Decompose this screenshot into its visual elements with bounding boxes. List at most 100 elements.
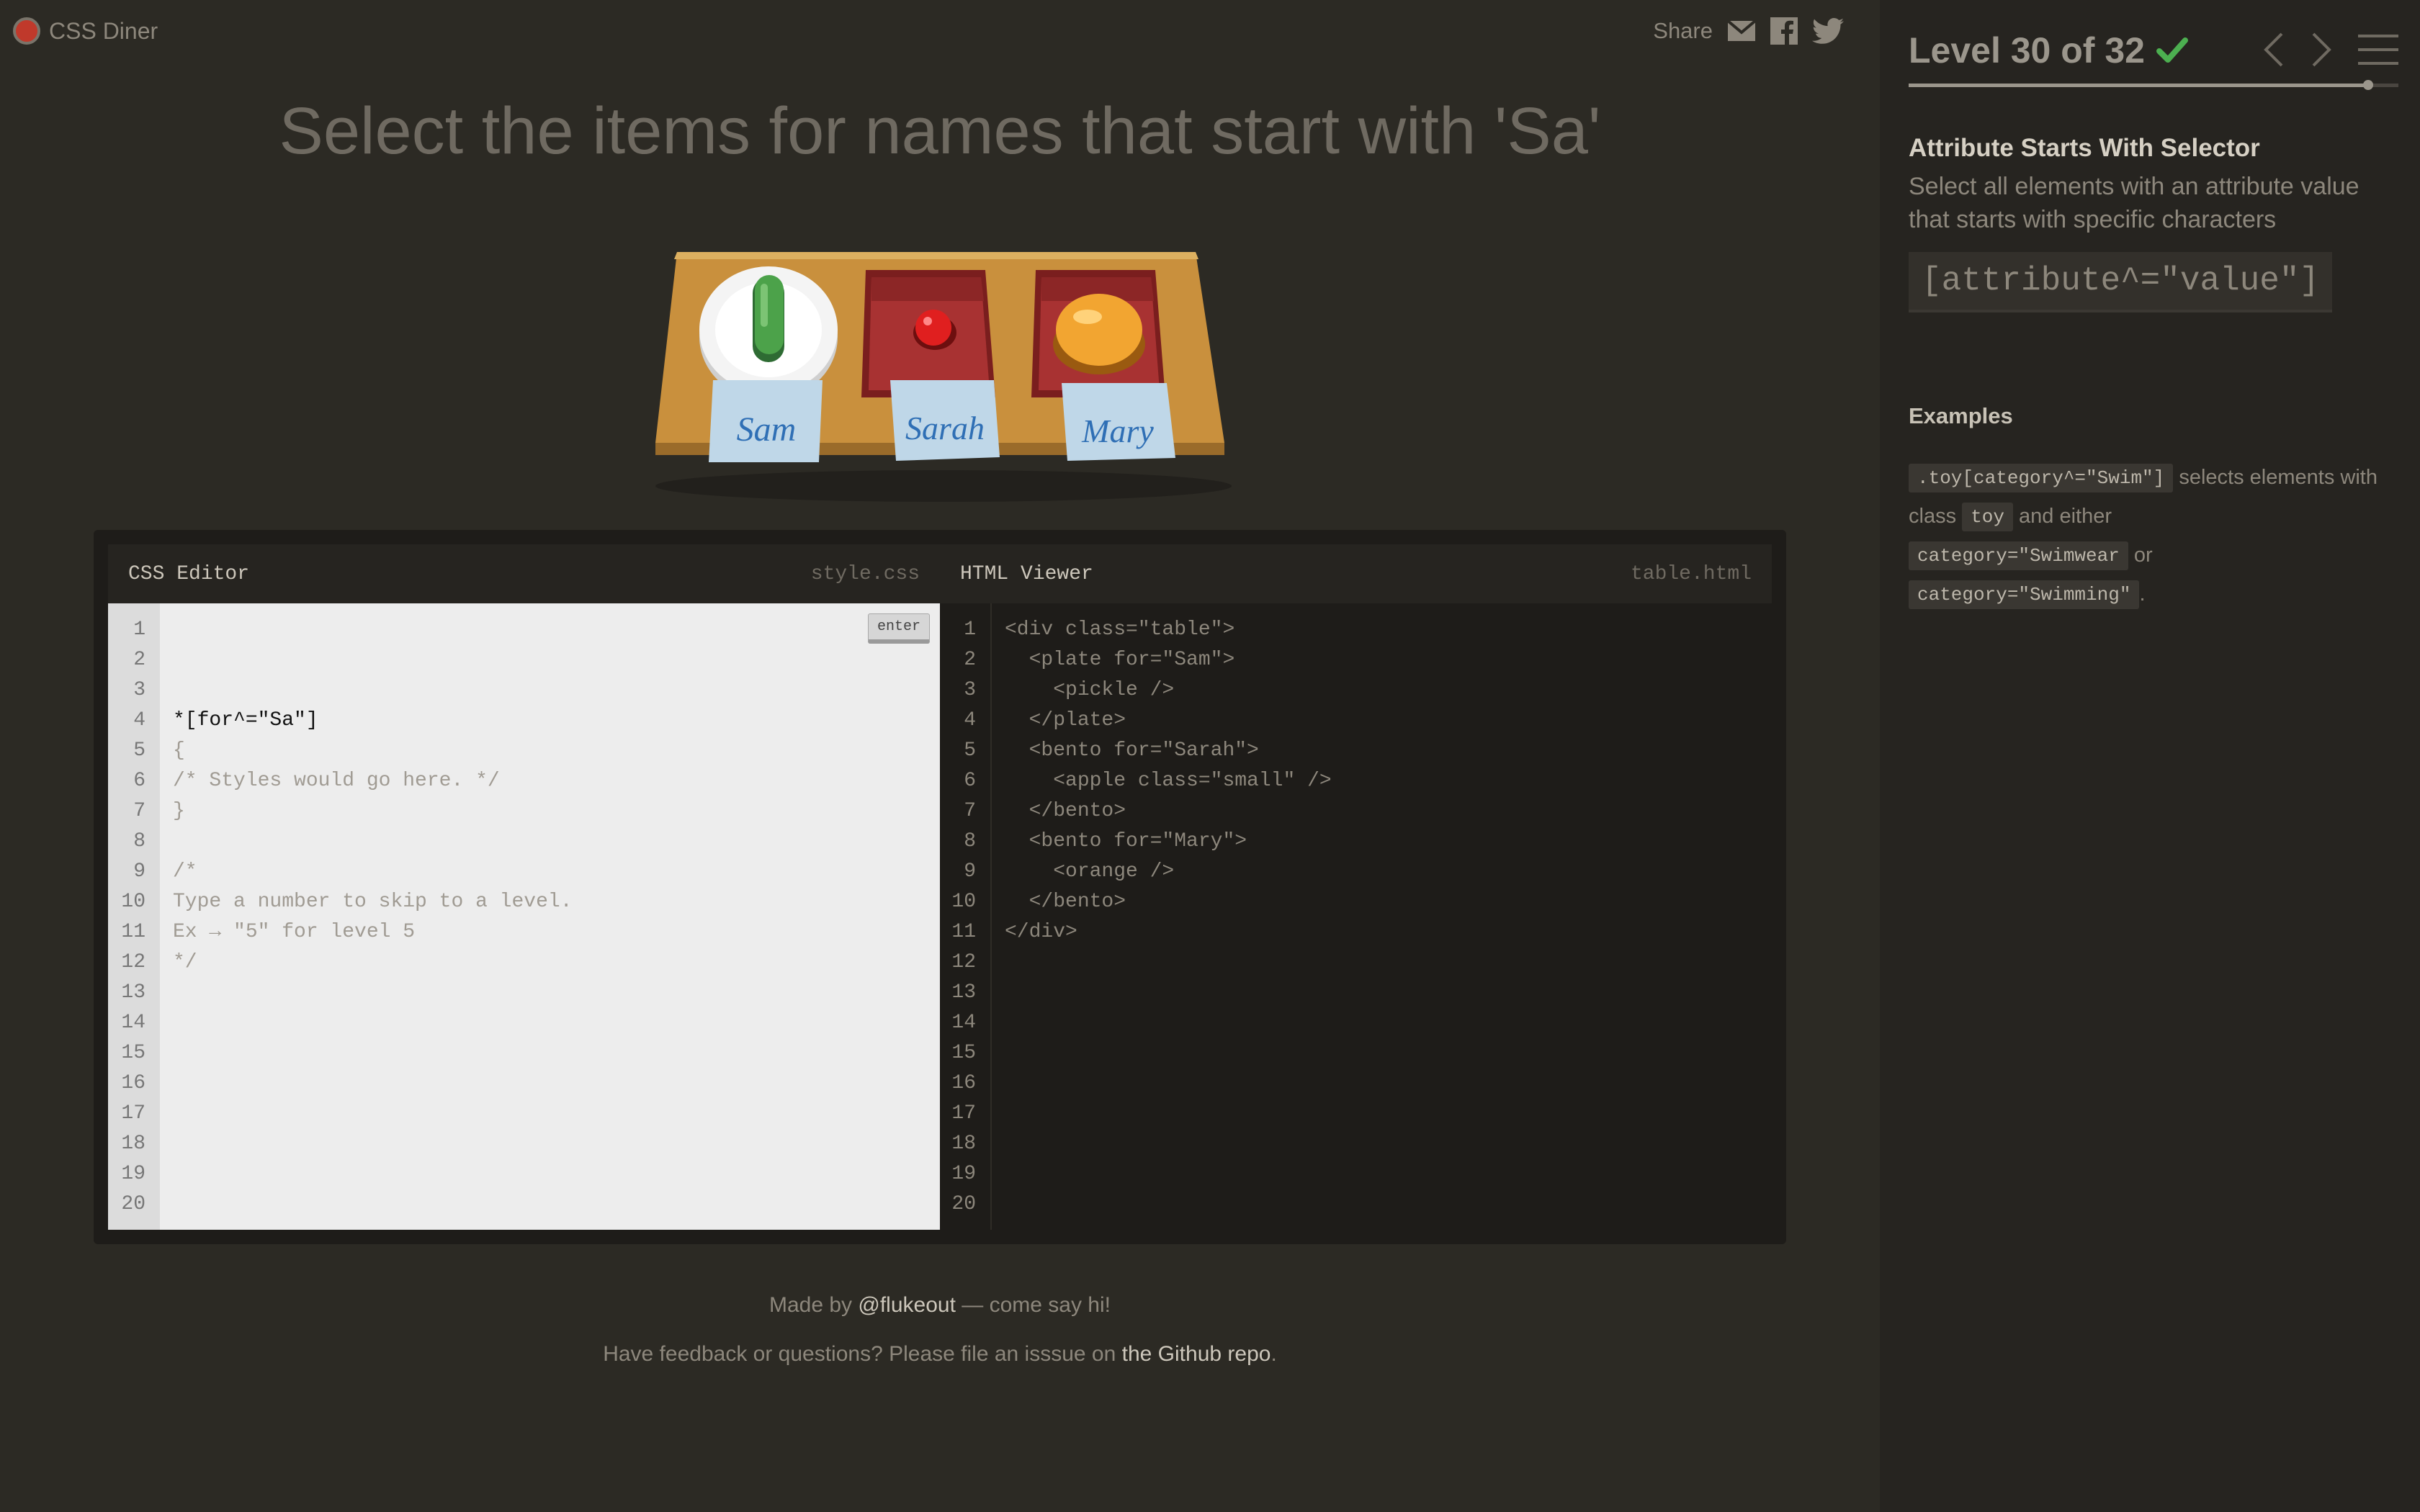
css-code-line — [173, 1189, 940, 1220]
checkmark-icon — [2156, 37, 2188, 63]
examples-title: Examples — [1909, 403, 2013, 428]
example-code-swimming: category="Swimming" — [1909, 580, 2140, 610]
enter-button[interactable]: enter — [868, 613, 930, 644]
css-code-line: /* — [173, 860, 197, 883]
bento-mary[interactable] — [1031, 270, 1165, 397]
editor: CSS Editor style.css 1 2 3 4 5 6 7 8 9 10 11 12 13 14… — [94, 530, 1786, 1244]
line-number: 5 — [964, 739, 976, 762]
line-number: 4 — [133, 709, 145, 732]
css-code-line — [173, 978, 940, 1008]
html-code-line: <div class="table"> — [1005, 618, 1235, 641]
line-number: 10 — [121, 891, 145, 913]
line-number: 16 — [121, 1072, 145, 1094]
css-selector-input[interactable]: *[for^="Sa"] — [173, 706, 940, 736]
example-code-swimwear: category="Swimwear — [1909, 541, 2128, 571]
line-number: 7 — [133, 800, 145, 822]
footer-credit: Made by @flukeout — come say hi! — [768, 1293, 1111, 1317]
line-number: 13 — [121, 981, 145, 1004]
css-line-numbers: 1 2 3 4 5 6 7 8 9 10 11 12 13 14 15 16 17 18 19 20 — [108, 603, 160, 1230]
flukeout-link[interactable]: @flukeout — [858, 1293, 956, 1317]
css-code-line: Ex → "5" for level 5 — [173, 921, 416, 943]
line-number: 6 — [133, 770, 145, 792]
chevron-left-icon[interactable] — [2263, 32, 2285, 68]
css-code-line: /* Styles would go here. */ — [173, 770, 500, 792]
line-number: 3 — [133, 679, 145, 701]
css-editor-pane: CSS Editor style.css 1 2 3 4 5 6 7 8 9 10 11 12 13 14… — [108, 544, 940, 1230]
name-card-sarah: Sarah — [890, 380, 1000, 461]
line-number: 3 — [964, 679, 976, 701]
html-viewer-header: HTML Viewer table.html — [940, 544, 1772, 603]
line-number: 14 — [121, 1012, 145, 1034]
mail-icon[interactable] — [1727, 20, 1756, 42]
line-number: 17 — [121, 1102, 145, 1125]
twitter-icon[interactable] — [1812, 18, 1844, 44]
line-number: 14 — [951, 1012, 976, 1034]
html-viewer-pane: HTML Viewer table.html 1 2 3 4 5 6 7 8 9 10 11 12 13… — [940, 544, 1772, 1230]
css-code-line: { — [173, 739, 185, 762]
line-number: 11 — [951, 921, 976, 943]
css-code-line: Type a number to skip to a level. — [173, 891, 573, 913]
selector-description: Select all elements with an attribute va… — [1909, 173, 2360, 233]
orange-item[interactable] — [1053, 294, 1145, 374]
line-number: 8 — [133, 830, 145, 852]
css-code-line — [173, 1250, 940, 1280]
css-code-line — [173, 1220, 940, 1250]
chevron-right-icon[interactable] — [2311, 32, 2332, 68]
html-code-line: </bento> — [1005, 800, 1126, 822]
css-code-line — [173, 1099, 940, 1129]
html-code-line: <apple class="small" /> — [1005, 770, 1332, 792]
menu-icon[interactable] — [2358, 33, 2398, 66]
css-code-line: } — [173, 800, 185, 822]
css-editor-title: CSS Editor — [128, 562, 250, 585]
bento-sarah[interactable] — [861, 270, 995, 397]
dinner-table: Sam Sarah Mary — [634, 238, 1253, 504]
line-number: 20 — [121, 1193, 145, 1215]
line-number: 9 — [964, 860, 976, 883]
main-panel: CSS Diner Share Select the items for nam… — [0, 0, 1880, 1512]
html-line-numbers: 1 2 3 4 5 6 7 8 9 10 11 12 13 14 15 16 17 18 19 20 — [940, 603, 992, 1230]
facebook-icon[interactable] — [1770, 17, 1798, 45]
line-number: 10 — [951, 891, 976, 913]
html-code-line: </bento> — [1005, 891, 1126, 913]
app-logo[interactable]: CSS Diner — [13, 17, 158, 45]
line-number: 9 — [133, 860, 145, 883]
table-illustration: Sam Sarah Mary — [655, 252, 1232, 502]
share-bar: Share — [1653, 17, 1844, 45]
line-number: 18 — [951, 1133, 976, 1155]
logo-icon — [13, 17, 40, 45]
level-header: Level 30 of 32 — [1909, 29, 2398, 72]
selector-syntax: [attribute^="value"] — [1909, 252, 2333, 312]
line-number: 20 — [951, 1193, 976, 1215]
css-code-line: */ — [173, 951, 197, 973]
footer-feedback: Have feedback or questions? Please file … — [603, 1342, 1277, 1366]
css-code-line — [173, 827, 940, 857]
example-code-toy: toy — [1962, 503, 2013, 532]
html-code-line: <bento for="Sarah"> — [1005, 739, 1259, 762]
pickle-item[interactable] — [753, 275, 784, 362]
html-code-area: <div class="table"> <plate for="Sam"> <p… — [992, 603, 1772, 1230]
line-number: 13 — [951, 981, 976, 1004]
line-number: 17 — [951, 1102, 976, 1125]
html-file-name: table.html — [1630, 562, 1752, 585]
example-text: .toy[category^="Swim"] selects elements … — [1909, 458, 2406, 613]
css-code-area[interactable]: enter *[for^="Sa"] { /* Styles would go he… — [160, 603, 940, 1230]
line-number: 4 — [964, 709, 976, 732]
line-number: 19 — [951, 1163, 976, 1185]
css-editor-header: CSS Editor style.css — [108, 544, 940, 603]
html-code-line: </plate> — [1005, 709, 1126, 732]
svg-text:Mary: Mary — [1081, 413, 1154, 449]
line-number: 6 — [964, 770, 976, 792]
html-code-line: <plate for="Sam"> — [1005, 649, 1235, 671]
level-instruction: Select the items for names that start wi… — [279, 94, 1601, 168]
html-code-line: <pickle /> — [1005, 679, 1175, 701]
github-repo-link[interactable]: the Github repo — [1122, 1342, 1271, 1366]
example-code-toy-swim: .toy[category^="Swim"] — [1909, 464, 2174, 493]
line-number: 7 — [964, 800, 976, 822]
line-number: 18 — [121, 1133, 145, 1155]
css-code-line — [173, 1159, 940, 1189]
line-number: 5 — [133, 739, 145, 762]
line-number: 1 — [133, 618, 145, 641]
html-viewer-title: HTML Viewer — [960, 562, 1093, 585]
css-file-name: style.css — [810, 562, 920, 585]
name-card-mary: Mary — [1062, 383, 1175, 461]
